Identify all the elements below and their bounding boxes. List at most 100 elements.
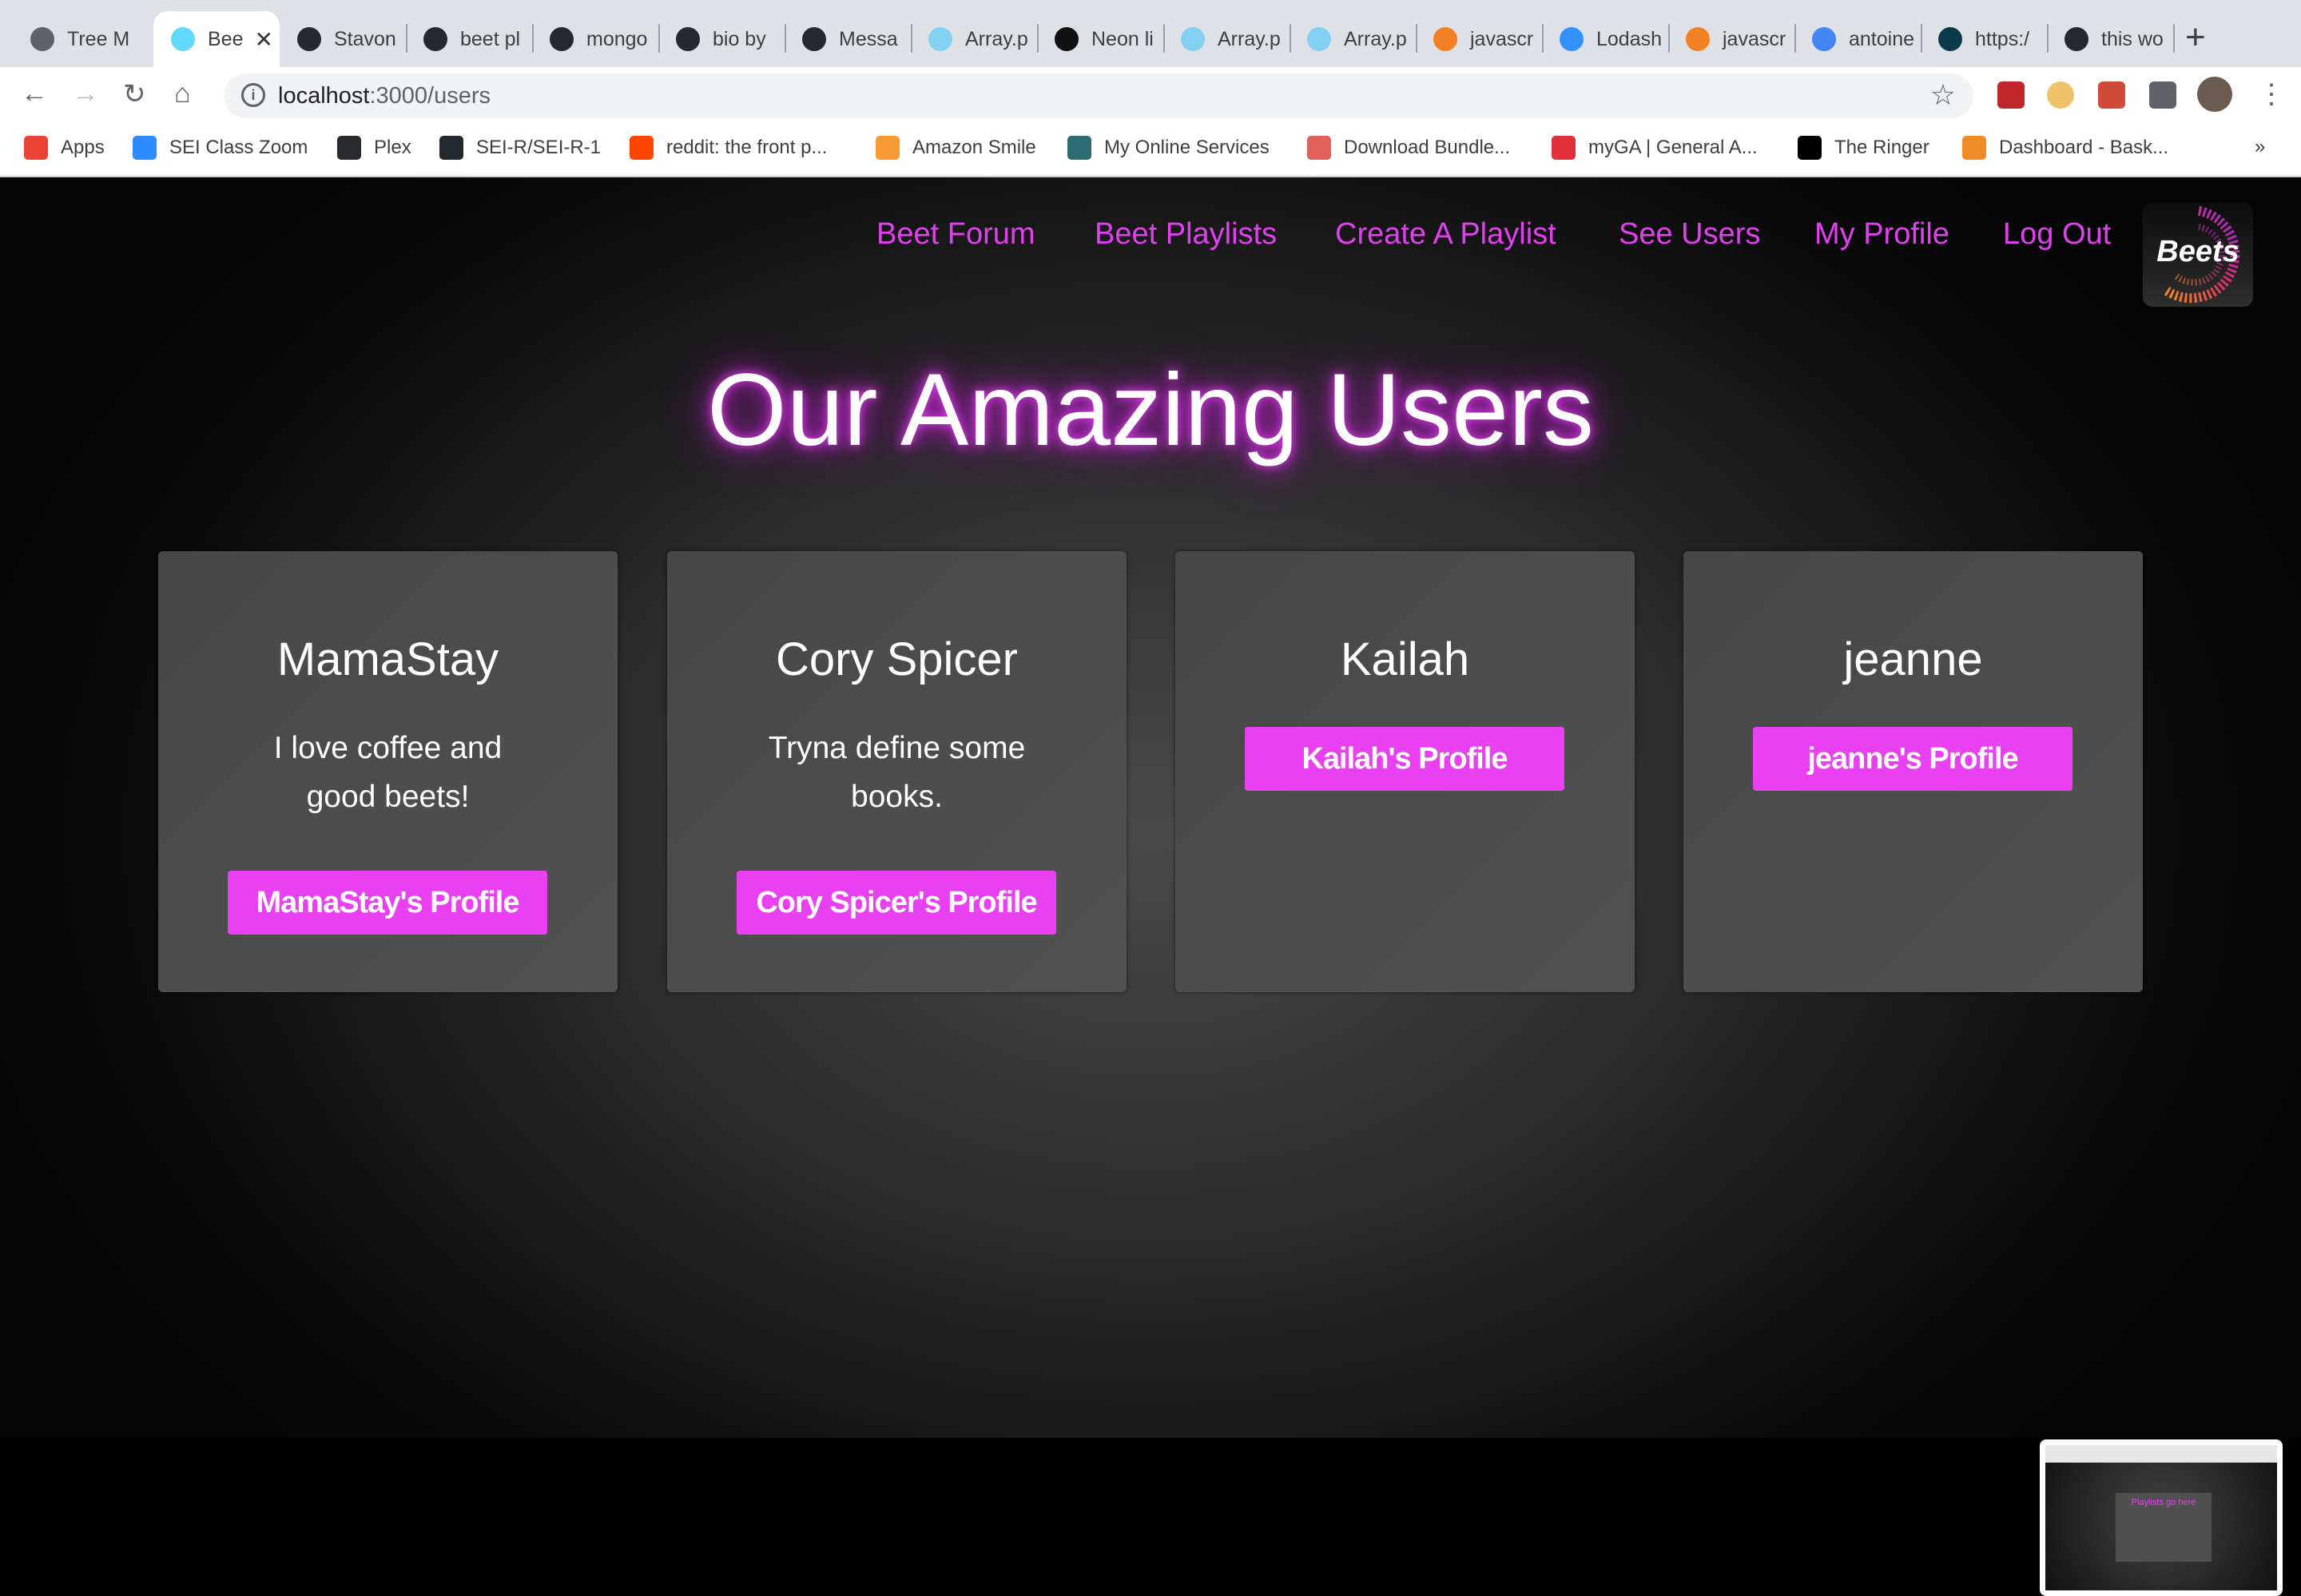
github-icon (297, 27, 321, 51)
nav-link-log-out[interactable]: Log Out (2003, 217, 2111, 252)
new-tab-button[interactable]: + (2185, 18, 2206, 58)
bookmark-label: SEI Class Zoom (169, 137, 308, 158)
react-icon (171, 27, 195, 51)
nav-link-beet-forum[interactable]: Beet Forum (876, 217, 1035, 252)
bookmark-item[interactable]: My Online Services (1067, 136, 1270, 160)
bookmark-item[interactable]: reddit: the front p... (630, 136, 827, 160)
bookmark-item[interactable]: SEI-R/SEI-R-1 (439, 136, 601, 160)
url-path: :3000/users (369, 83, 491, 109)
user-name: MamaStay (276, 633, 499, 685)
tab-title: Lodash (1596, 27, 1663, 50)
extension-react-icon[interactable] (2098, 81, 2125, 109)
tab-title: Messa (839, 27, 898, 50)
tab[interactable]: antoine (1794, 11, 1921, 67)
close-tab-icon[interactable]: ✕ (254, 26, 272, 53)
bookmarks-overflow[interactable]: » (2255, 136, 2265, 158)
nav-link-my-profile[interactable]: My Profile (1814, 217, 1949, 252)
tab-title: Tree M (67, 27, 130, 50)
tab-title: antoine (1849, 27, 1915, 50)
bookmark-item[interactable]: Dashboard - Bask... (1962, 136, 2168, 160)
bookmark-label: Apps (61, 137, 105, 158)
bookmark-item[interactable]: Apps (24, 136, 105, 160)
thumbnail-card: Playlists go here (2116, 1493, 2212, 1562)
user-name: Kailah (1340, 633, 1470, 685)
forward-icon[interactable]: → (72, 78, 99, 109)
user-profile-button[interactable]: Cory Spicer's Profile (737, 871, 1056, 935)
tab[interactable]: Array.p (911, 11, 1037, 67)
tab[interactable]: this wo (2047, 11, 2173, 67)
basketball-icon (1962, 136, 1986, 160)
tab-title: Array.p (965, 27, 1028, 50)
store-icon (1307, 136, 1331, 160)
tab-title: bio by (713, 27, 766, 50)
ringer-icon (1798, 136, 1822, 160)
extensions-puzzle-icon[interactable] (2149, 81, 2176, 109)
lodash-icon (1560, 27, 1584, 51)
tab-separator (2173, 24, 2175, 53)
bookmark-item[interactable]: myGA | General A... (1552, 136, 1758, 160)
tab[interactable]: javascr (1668, 11, 1794, 67)
user-profile-button[interactable]: MamaStay's Profile (228, 871, 547, 935)
mdn-icon (928, 27, 952, 51)
github-icon (423, 27, 447, 51)
tab[interactable]: beet pl (406, 11, 532, 67)
zoom-icon (133, 136, 157, 160)
ny-state-icon (1067, 136, 1091, 160)
nav-link-create-a-playlist[interactable]: Create A Playlist (1335, 217, 1556, 252)
bookmark-label: The Ringer (1834, 137, 1929, 158)
site-info-icon[interactable]: i (241, 83, 265, 107)
tab[interactable]: Bee ✕ (153, 11, 280, 67)
home-icon[interactable]: ⌂ (174, 78, 191, 109)
url-host: localhost (278, 83, 370, 109)
address-bar[interactable]: i localhost:3000/users ☆ (224, 73, 1973, 118)
tab-title: this wo (2101, 27, 2164, 50)
bookmark-item[interactable]: The Ringer (1798, 136, 1929, 160)
tab[interactable]: javascr (1416, 11, 1542, 67)
user-card: Kailah Kailah's Profile (1175, 551, 1635, 992)
user-card: Cory Spicer Tryna define some books. Cory … (667, 551, 1127, 992)
ga-icon (1552, 136, 1576, 160)
tab[interactable]: mongo (532, 11, 658, 67)
tab[interactable]: Lodash (1542, 11, 1668, 67)
tab[interactable]: bio by (658, 11, 785, 67)
tab-title: javascr (1723, 27, 1786, 50)
amazon-icon (876, 136, 900, 160)
tab[interactable]: Neon li (1037, 11, 1163, 67)
apps-grid-icon (24, 136, 48, 160)
bookmark-item[interactable]: Plex (337, 136, 411, 160)
url-text[interactable]: localhost:3000/users (278, 83, 491, 109)
bookmark-item[interactable]: SEI Class Zoom (133, 136, 308, 160)
tab[interactable]: Array.p (1163, 11, 1290, 67)
tab-title: Stavon (334, 27, 396, 50)
menu-kebab-icon[interactable]: ⋮ (2258, 78, 2285, 110)
tab[interactable]: Messa (785, 11, 911, 67)
bookmark-label: Dashboard - Bask... (1999, 137, 2169, 158)
extension-hand-icon[interactable] (2047, 81, 2074, 109)
tab[interactable]: https:/ (1921, 11, 2047, 67)
logo-text: Beets (2156, 235, 2239, 268)
user-profile-button[interactable]: Kailah's Profile (1245, 727, 1564, 791)
google-icon (1812, 27, 1836, 51)
tab[interactable]: Array.p (1290, 11, 1416, 67)
nav-link-beet-playlists[interactable]: Beet Playlists (1095, 217, 1277, 252)
screenshot-thumbnail[interactable]: Playlists go here (2040, 1439, 2283, 1596)
beets-logo[interactable]: Beets (2143, 203, 2253, 307)
reddit-icon (630, 136, 654, 160)
tab[interactable]: Stavon (280, 11, 406, 67)
bookmark-star-icon[interactable]: ☆ (1930, 78, 1956, 112)
nav-link-see-users[interactable]: See Users (1619, 217, 1760, 252)
user-profile-button[interactable]: jeanne's Profile (1753, 727, 2072, 791)
profile-avatar[interactable] (2197, 77, 2232, 112)
github-icon (550, 27, 574, 51)
bookmark-item[interactable]: Download Bundle... (1307, 136, 1510, 160)
github-icon (802, 27, 826, 51)
bookmark-label: reddit: the front p... (666, 137, 828, 158)
back-icon[interactable]: ← (21, 78, 48, 109)
bookmark-item[interactable]: Amazon Smile (876, 136, 1036, 160)
extension-b-icon[interactable] (1997, 81, 2025, 109)
bookmark-label: Plex (374, 137, 411, 158)
page-title: Our Amazing Users (707, 353, 1594, 467)
user-card: jeanne jeanne's Profile (1683, 551, 2143, 992)
reload-icon[interactable]: ↻ (123, 78, 146, 110)
tab[interactable]: Tree M (13, 11, 153, 67)
